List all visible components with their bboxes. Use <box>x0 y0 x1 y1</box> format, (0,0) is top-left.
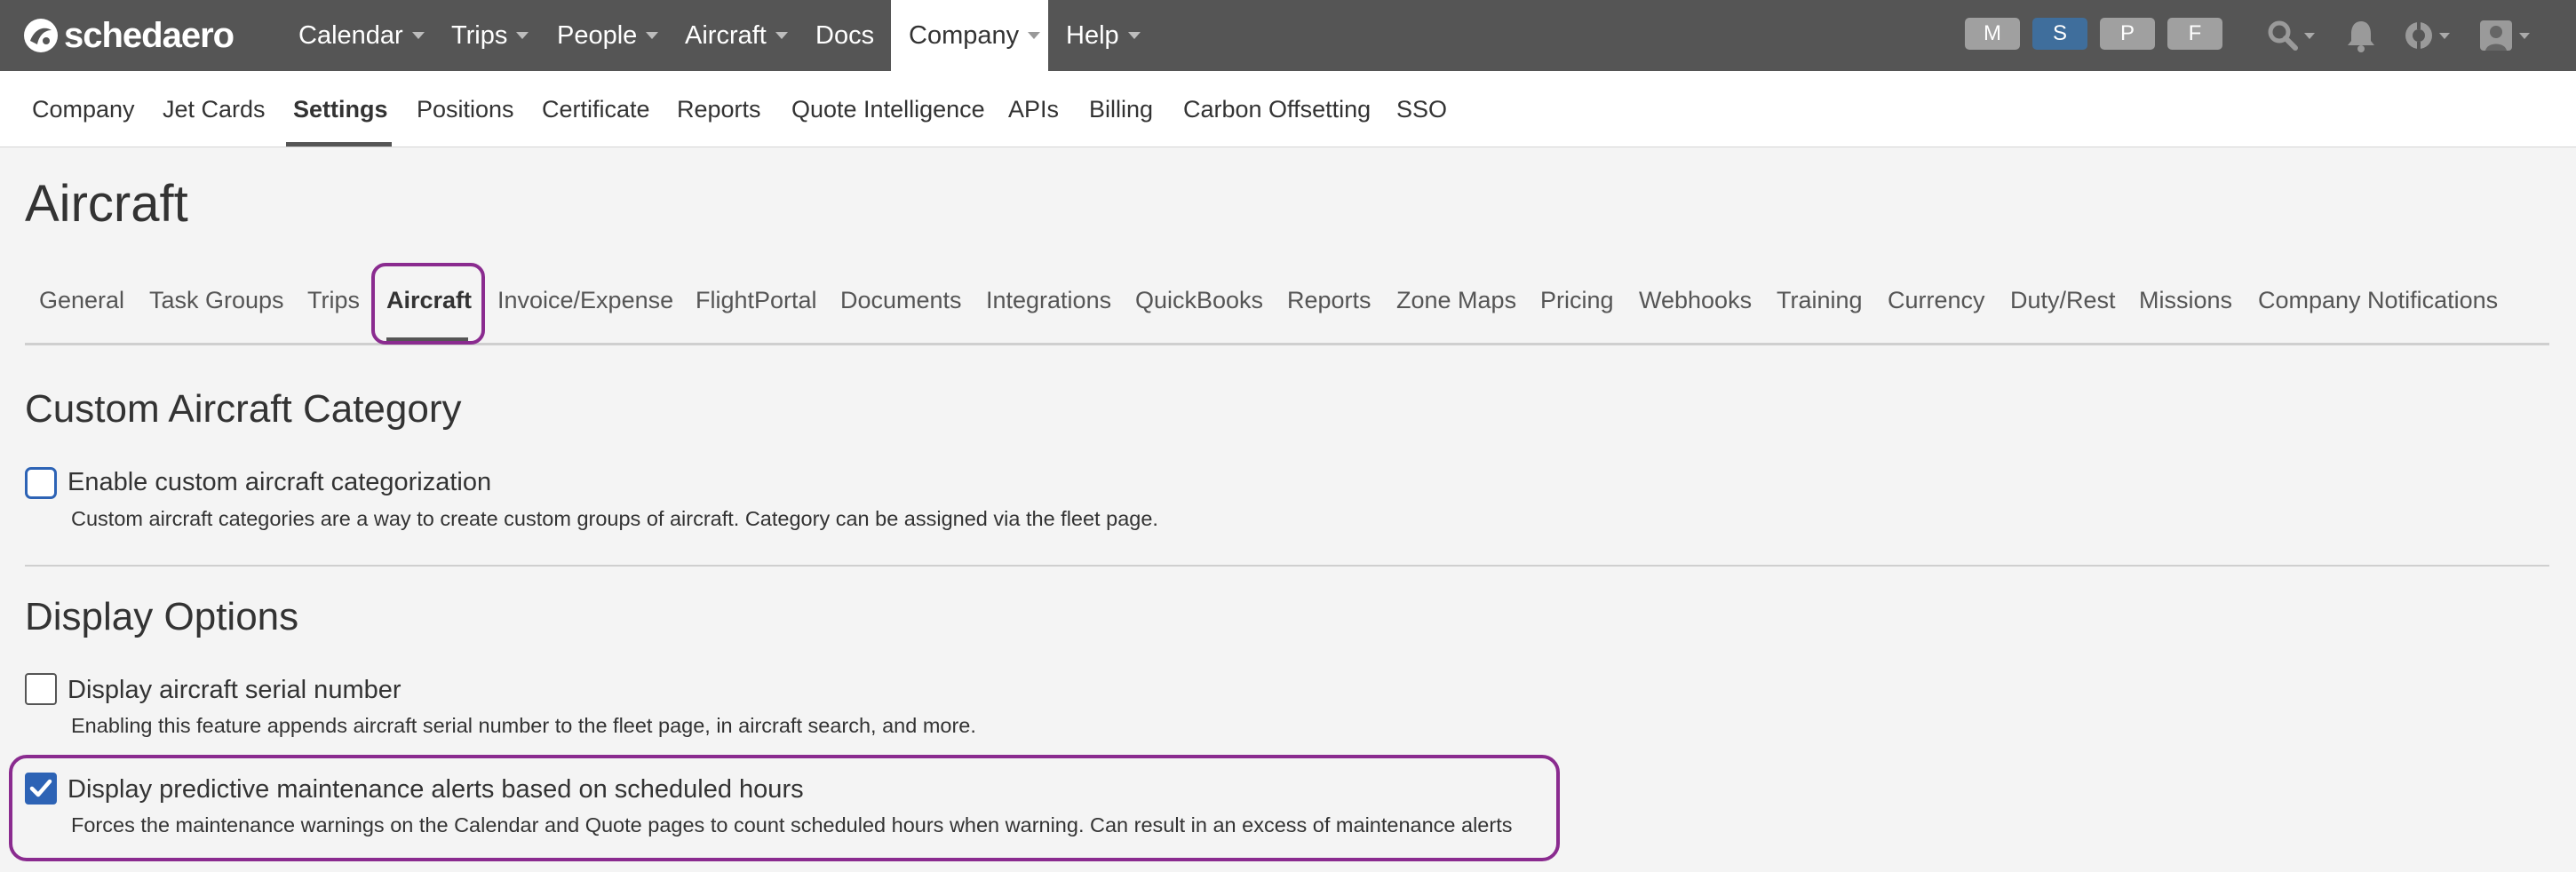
help-icon <box>2405 22 2432 49</box>
subnav-settings[interactable]: Settings <box>293 71 388 147</box>
tab-reports[interactable]: Reports <box>1287 281 1371 320</box>
tab-invoice-expense[interactable]: Invoice/Expense <box>497 281 673 320</box>
tab-zone-maps[interactable]: Zone Maps <box>1396 281 1516 320</box>
option-highlight-annotation <box>9 755 1560 861</box>
custom-category-description: Custom aircraft categories are a way to … <box>71 507 1158 530</box>
topnav-label: Trips <box>451 20 508 50</box>
subnav-carbon-offsetting[interactable]: Carbon Offsetting <box>1183 71 1371 147</box>
serial-number-description: Enabling this feature appends aircraft s… <box>71 714 976 737</box>
tab-training[interactable]: Training <box>1777 281 1863 320</box>
tab-pricing[interactable]: Pricing <box>1540 281 1614 320</box>
badge-label: S <box>2052 21 2067 45</box>
topnav-trips[interactable]: Trips <box>433 0 546 71</box>
badge-label: F <box>2188 21 2202 45</box>
page-title: Aircraft <box>25 175 188 233</box>
brand-name: schedaero <box>64 15 235 55</box>
subnav-company[interactable]: Company <box>32 71 135 147</box>
badge-m[interactable]: M <box>1965 18 2020 50</box>
subnav-reports[interactable]: Reports <box>677 71 761 147</box>
help-menu[interactable] <box>2404 18 2450 53</box>
tab-flightportal[interactable]: FlightPortal <box>696 281 817 320</box>
search-icon <box>2268 20 2298 51</box>
caret-down-icon <box>2304 32 2315 39</box>
custom-category-checkbox[interactable] <box>25 467 57 499</box>
caret-down-icon <box>411 32 425 39</box>
tab-documents[interactable]: Documents <box>840 281 962 320</box>
topnav-label: Company <box>909 20 1020 50</box>
caret-down-icon <box>1028 32 1041 39</box>
caret-down-icon <box>2519 32 2530 39</box>
topnav-label: Calendar <box>298 20 403 50</box>
company-subnav: Company Jet Cards Settings Positions Cer… <box>0 71 2576 147</box>
badge-label: P <box>2119 21 2135 45</box>
tab-company-notifications[interactable]: Company Notifications <box>2258 281 2498 320</box>
subnav-billing[interactable]: Billing <box>1089 71 1153 147</box>
tab-webhooks[interactable]: Webhooks <box>1639 281 1752 320</box>
section-divider <box>25 565 2549 567</box>
caret-down-icon <box>775 32 788 39</box>
topnav-label: Help <box>1066 20 1119 50</box>
topnav-calendar[interactable]: Calendar <box>281 0 442 71</box>
topnav-company[interactable]: Company <box>891 0 1048 71</box>
topnav-help[interactable]: Help <box>1048 0 1158 71</box>
topnav-label: Docs <box>815 20 875 50</box>
caret-down-icon <box>2439 32 2450 39</box>
tab-highlight-annotation <box>371 263 485 345</box>
topnav-label: Aircraft <box>685 20 767 50</box>
tab-trips[interactable]: Trips <box>307 281 360 320</box>
topnav-label: People <box>557 20 638 50</box>
subnav-certificate[interactable]: Certificate <box>542 71 650 147</box>
tab-missions[interactable]: Missions <box>2139 281 2232 320</box>
serial-number-label[interactable]: Display aircraft serial number <box>68 676 402 705</box>
tab-task-groups[interactable]: Task Groups <box>149 281 284 320</box>
brand-logo[interactable]: schedaero <box>23 12 235 59</box>
logo-swirl-icon <box>24 19 58 52</box>
tab-general[interactable]: General <box>39 281 124 320</box>
caret-down-icon <box>1127 32 1141 39</box>
badge-label: M <box>1984 21 2001 45</box>
badge-f[interactable]: F <box>2167 18 2222 50</box>
section-title-custom-category: Custom Aircraft Category <box>25 387 462 431</box>
serial-number-checkbox[interactable] <box>25 673 57 705</box>
topnav-people[interactable]: People <box>539 0 676 71</box>
tab-integrations[interactable]: Integrations <box>986 281 1111 320</box>
subnav-apis[interactable]: APIs <box>1008 71 1059 147</box>
caret-down-icon <box>516 32 529 39</box>
notifications-button[interactable] <box>2345 18 2377 53</box>
custom-category-label[interactable]: Enable custom aircraft categorization <box>68 468 491 497</box>
subnav-quote-intelligence[interactable]: Quote Intelligence <box>791 71 985 147</box>
subnav-jet-cards[interactable]: Jet Cards <box>163 71 266 147</box>
subnav-active-indicator <box>286 142 392 147</box>
tab-duty-rest[interactable]: Duty/Rest <box>2010 281 2116 320</box>
tab-quickbooks[interactable]: QuickBooks <box>1135 281 1263 320</box>
subnav-positions[interactable]: Positions <box>417 71 514 147</box>
user-menu[interactable] <box>2478 18 2530 53</box>
badge-p[interactable]: P <box>2100 18 2155 50</box>
caret-down-icon <box>646 32 659 39</box>
user-icon <box>2480 20 2512 51</box>
tab-currency[interactable]: Currency <box>1888 281 1985 320</box>
bell-icon <box>2348 21 2374 52</box>
section-title-display-options: Display Options <box>25 595 299 638</box>
topnav-docs[interactable]: Docs <box>798 0 892 71</box>
badge-s[interactable]: S <box>2032 18 2087 50</box>
search-menu[interactable] <box>2267 18 2315 53</box>
top-navbar: schedaero Calendar Trips People Aircraft… <box>0 0 2576 71</box>
topnav-aircraft[interactable]: Aircraft <box>667 0 806 71</box>
subnav-sso[interactable]: SSO <box>1396 71 1447 147</box>
